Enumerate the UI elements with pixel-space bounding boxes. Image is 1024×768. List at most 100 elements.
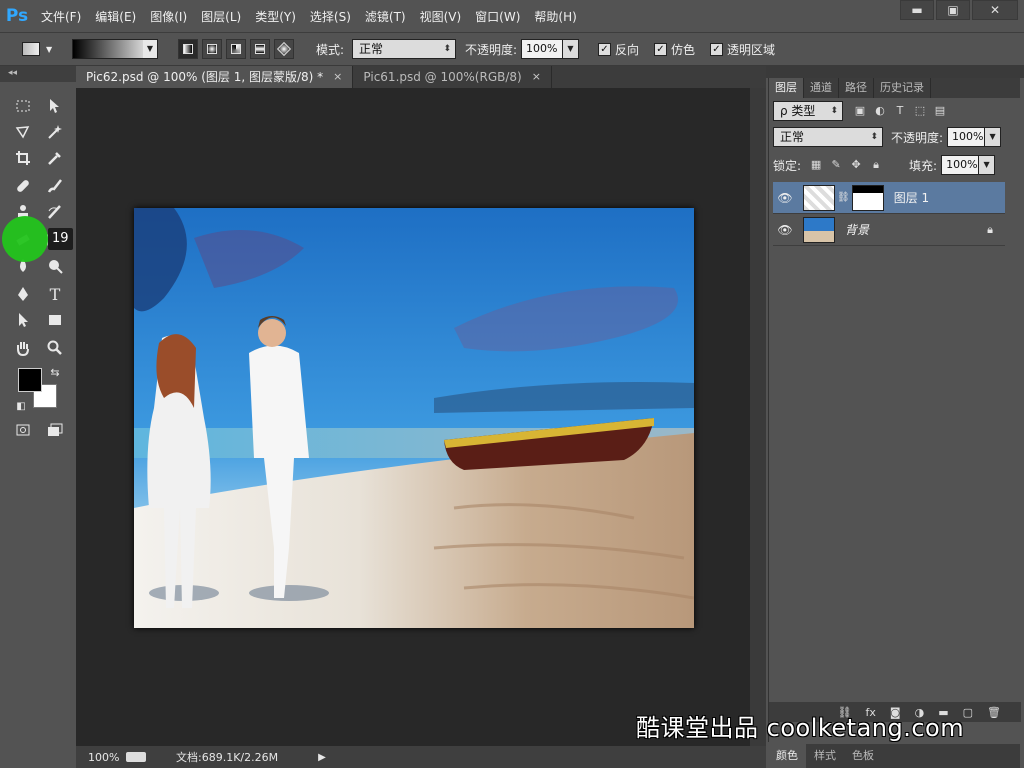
swap-colors-icon[interactable]: ⇆ <box>42 360 68 384</box>
crop-tool-icon[interactable] <box>10 146 36 170</box>
tab-pic62[interactable]: Pic62.psd @ 100% (图层 1, 图层蒙版/8) * × <box>76 66 354 88</box>
shape-filter-icon[interactable]: ⬚ <box>913 104 927 118</box>
smart-object-filter-icon[interactable]: ▤ <box>933 104 947 118</box>
maximize-button[interactable]: ▣ <box>936 0 970 20</box>
zoom-level[interactable]: 100% <box>76 751 119 764</box>
tab-layers[interactable]: 图层 <box>769 78 804 98</box>
default-colors-icon[interactable]: ◧ <box>8 394 34 418</box>
image-filter-icon[interactable]: ▣ <box>853 104 867 118</box>
tab-label: Pic62.psd @ 100% (图层 1, 图层蒙版/8) * <box>86 70 324 84</box>
eye-icon[interactable]: 👁︎ <box>773 223 797 237</box>
menu-view[interactable]: 视图(V) <box>413 0 469 32</box>
lasso-tool-icon[interactable] <box>10 120 36 144</box>
status-menu-icon[interactable]: ▶ <box>318 752 326 763</box>
menu-image[interactable]: 图像(I) <box>143 0 194 32</box>
type-filter-icon[interactable]: T <box>893 104 907 118</box>
move-tool-icon[interactable] <box>42 94 68 118</box>
opacity-dropdown[interactable]: ▼ <box>563 39 579 59</box>
lock-transparent-icon[interactable]: ▦ <box>809 158 823 172</box>
chevron-down-icon[interactable]: ▼ <box>143 40 157 58</box>
panel-dock-header[interactable] <box>766 66 1024 78</box>
pen-tool-icon[interactable] <box>10 282 36 306</box>
menu-type[interactable]: 类型(Y) <box>248 0 303 32</box>
transparency-checkbox[interactable]: ✓ 透明区域 <box>710 39 775 59</box>
new-layer-icon[interactable]: ▢ <box>963 706 973 719</box>
menu-file[interactable]: 文件(F) <box>34 0 88 32</box>
fill-dropdown[interactable]: ▼ <box>979 155 996 175</box>
tab-history[interactable]: 历史记录 <box>874 78 931 98</box>
close-icon[interactable]: × <box>333 66 342 88</box>
fill-input[interactable]: 100% <box>941 155 980 175</box>
layer-opacity-dropdown[interactable]: ▼ <box>985 127 1002 147</box>
menu-layer[interactable]: 图层(L) <box>194 0 248 32</box>
minimize-button[interactable]: ▬ <box>900 0 934 20</box>
linear-gradient-button[interactable] <box>178 39 198 59</box>
tab-channels[interactable]: 通道 <box>804 78 839 98</box>
vertical-scrollbar[interactable] <box>750 88 766 746</box>
close-button[interactable]: ✕ <box>972 0 1018 20</box>
menu-edit[interactable]: 编辑(E) <box>88 0 143 32</box>
mode-select[interactable]: 正常 ⬍ <box>352 39 456 59</box>
canvas-area[interactable] <box>76 88 750 746</box>
history-brush-tool-icon[interactable] <box>42 200 68 224</box>
type-tool-icon[interactable]: T <box>42 282 68 306</box>
rectangle-tool-icon[interactable] <box>42 308 68 332</box>
tool-preset-picker[interactable]: ▼ <box>22 39 64 59</box>
check-icon: ✓ <box>598 42 611 56</box>
tab-paths[interactable]: 路径 <box>839 78 874 98</box>
tab-label: Pic61.psd @ 100%(RGB/8) <box>363 70 522 84</box>
tab-color[interactable]: 颜色 <box>768 744 806 768</box>
radial-gradient-button[interactable] <box>202 39 222 59</box>
layer-mask-thumbnail[interactable] <box>851 184 884 211</box>
tab-swatches[interactable]: 色板 <box>844 744 882 768</box>
screen-mode-icon[interactable] <box>42 418 68 442</box>
close-icon[interactable]: × <box>532 66 541 88</box>
quick-mask-icon[interactable] <box>10 418 36 442</box>
marquee-tool-icon[interactable] <box>10 94 36 118</box>
diamond-gradient-button[interactable] <box>274 39 294 59</box>
foreground-color-swatch[interactable] <box>18 368 42 392</box>
layer-row-background[interactable]: 👁︎ 背景 🔒︎ <box>773 214 1005 246</box>
status-bar: 100% 文档:689.1K/2.26M ▶ <box>76 746 766 768</box>
chain-link-icon[interactable]: ⛓︎ <box>837 192 850 203</box>
layer-row-layer1[interactable]: 👁︎ ⛓︎ 图层 1 <box>773 182 1005 214</box>
layer-name: 图层 1 <box>893 191 930 205</box>
reverse-label: 反向 <box>615 42 640 57</box>
path-selection-tool-icon[interactable] <box>10 308 36 332</box>
gradient-picker[interactable]: ▼ <box>72 39 158 59</box>
chevron-icon: ⬍ <box>443 44 451 54</box>
magic-wand-tool-icon[interactable] <box>42 120 68 144</box>
tab-pic61[interactable]: Pic61.psd @ 100%(RGB/8) × <box>353 66 552 88</box>
filter-label: ρ 类型 <box>780 104 816 118</box>
document-image[interactable] <box>134 208 694 628</box>
reverse-checkbox[interactable]: ✓ 反向 <box>598 39 639 59</box>
lock-position-icon[interactable]: ✥ <box>849 158 863 172</box>
reflected-gradient-button[interactable] <box>250 39 270 59</box>
lock-pixels-icon[interactable]: ✎ <box>829 158 843 172</box>
watermark: 酷课堂出品 coolketang.com <box>636 714 965 742</box>
tab-styles[interactable]: 样式 <box>806 744 844 768</box>
dodge-tool-icon[interactable] <box>42 254 68 278</box>
eyedropper-tool-icon[interactable] <box>42 146 68 170</box>
layer-opacity-input[interactable]: 100% <box>947 127 986 147</box>
adjustment-filter-icon[interactable]: ◐ <box>873 104 887 118</box>
lock-all-icon[interactable]: 🔒︎ <box>869 158 883 172</box>
trash-icon[interactable]: 🗑︎ <box>987 706 1001 719</box>
filter-icons: ▣ ◐ T ⬚ ▤ <box>853 104 947 118</box>
opacity-input[interactable]: 100% <box>521 39 563 59</box>
brush-tool-icon[interactable] <box>42 174 68 198</box>
dither-checkbox[interactable]: ✓ 仿色 <box>654 39 695 59</box>
menu-help[interactable]: 帮助(H) <box>527 0 583 32</box>
blend-mode-select[interactable]: 正常 ⬍ <box>773 127 883 147</box>
menu-window[interactable]: 窗口(W) <box>468 0 527 32</box>
eye-icon[interactable]: 👁︎ <box>773 191 797 205</box>
layer-filter-select[interactable]: ρ 类型 ⬍ <box>773 101 843 121</box>
toolbar-header[interactable]: ◂◂ <box>0 66 76 82</box>
angle-gradient-button[interactable] <box>226 39 246 59</box>
layers-panel: 图层 通道 路径 历史记录 ρ 类型 ⬍ ▣ ◐ T ⬚ ▤ 正常 ⬍ 不透明度: … <box>768 78 1021 742</box>
menu-select[interactable]: 选择(S) <box>303 0 358 32</box>
zoom-tool-icon[interactable] <box>42 336 68 360</box>
menu-filter[interactable]: 滤镜(T) <box>358 0 413 32</box>
healing-brush-tool-icon[interactable] <box>10 174 36 198</box>
hand-tool-icon[interactable] <box>10 336 36 360</box>
